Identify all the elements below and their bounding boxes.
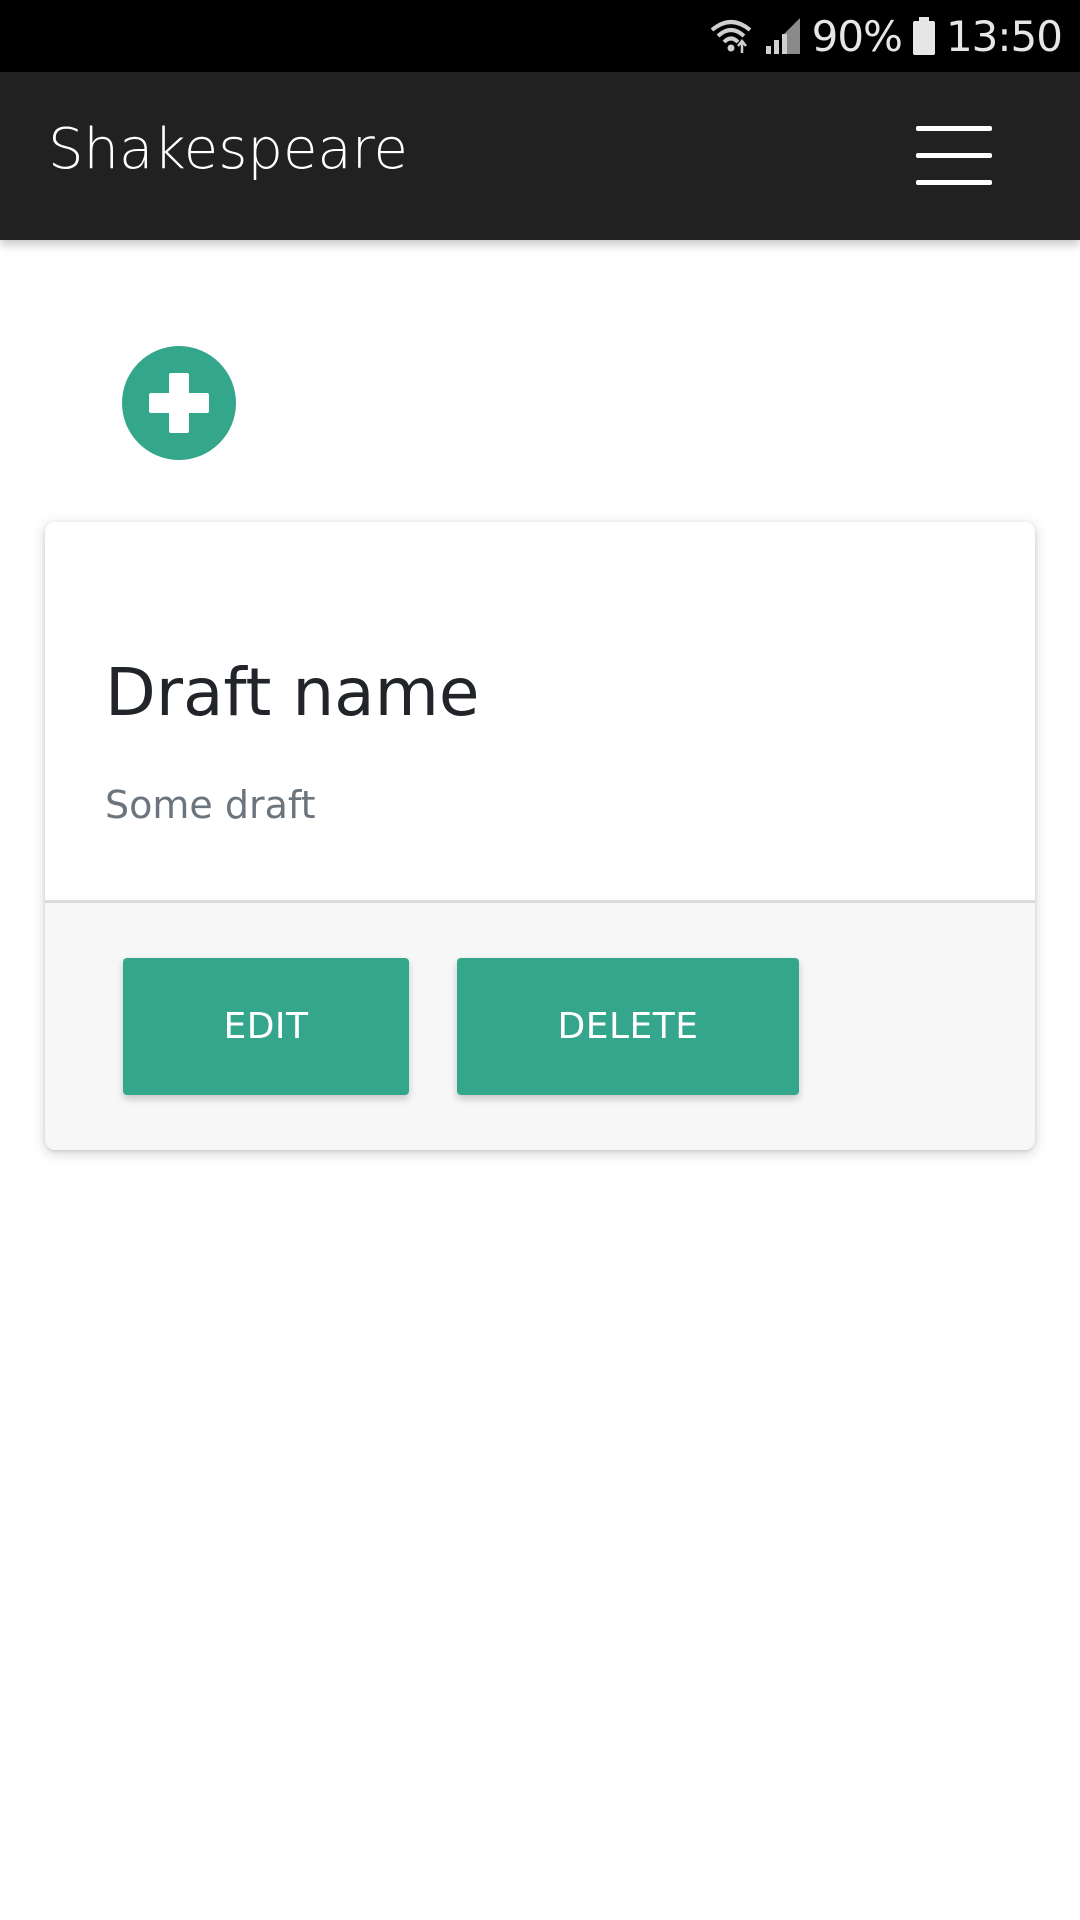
wifi-icon (710, 20, 751, 53)
app-title: Shakespeare (48, 117, 408, 182)
delete-button[interactable]: DELETE (457, 958, 799, 1095)
status-bar: 90% 13:50 (0, 0, 1080, 72)
add-draft-button[interactable] (122, 346, 236, 460)
edit-button[interactable]: EDIT (123, 958, 409, 1095)
status-indicators: 90% 13:50 (708, 0, 1063, 72)
hamburger-menu-icon (916, 126, 992, 131)
menu-line (916, 153, 992, 158)
hamburger-menu-button[interactable] (916, 126, 992, 186)
plus-icon-bar (149, 393, 209, 413)
draft-title: Draft name (105, 654, 480, 731)
draft-card: Draft name Some draft EDIT DELETE (45, 522, 1035, 1150)
menu-line (916, 180, 992, 185)
clock: 13:50 (945, 11, 1063, 61)
card-body: Draft name Some draft (45, 522, 1035, 902)
signal-icon (765, 18, 800, 54)
app-bar: Shakespeare (0, 72, 1080, 240)
draft-text: Some draft (105, 783, 316, 827)
battery-percentage: 90% (811, 11, 903, 61)
battery-icon (912, 17, 935, 55)
card-footer: EDIT DELETE (45, 903, 1035, 1150)
